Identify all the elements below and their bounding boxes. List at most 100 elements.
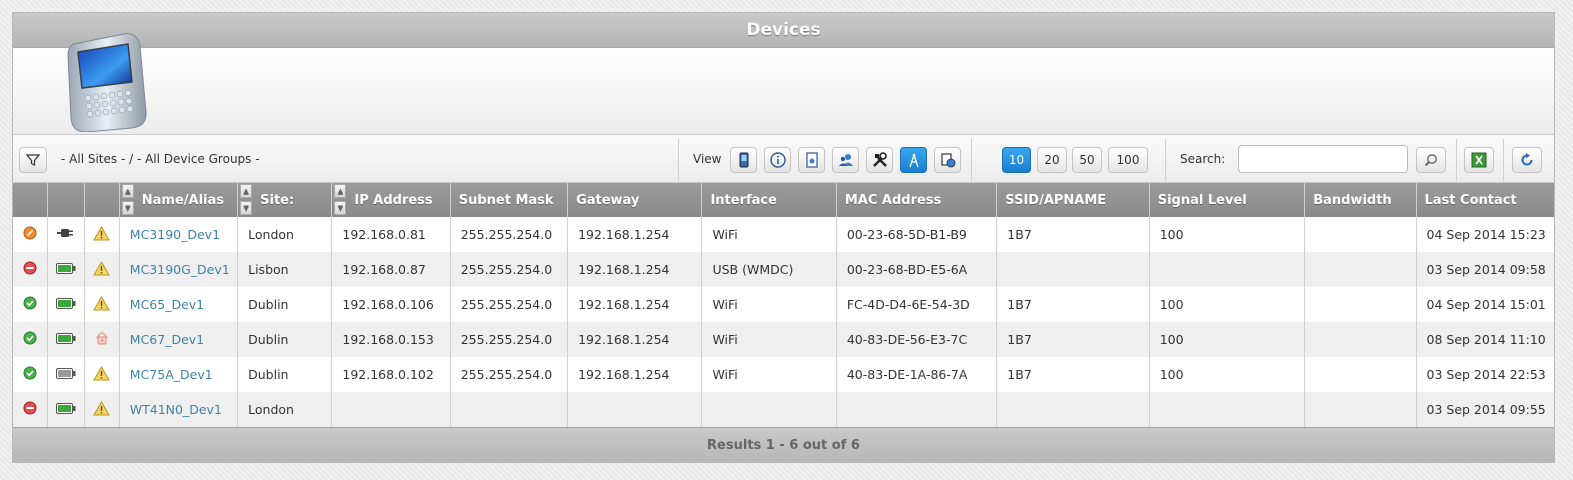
cell-name[interactable]: MC3190G_Dev1 [119, 252, 239, 287]
network-view-icon [940, 153, 955, 168]
cell-last-contact: 08 Sep 2014 11:10 [1416, 322, 1554, 357]
page-size-10-button[interactable]: 10 [1002, 147, 1031, 173]
cell-gateway [567, 392, 703, 427]
table-row[interactable]: MC3190G_Dev1 Lisbon 192.168.0.87 255.255.25… [13, 252, 1554, 287]
document-view-button[interactable] [798, 147, 825, 173]
cell-subnet-mask: 255.255.254.0 [450, 252, 569, 287]
cell-subnet-mask: 255.255.254.0 [450, 287, 569, 322]
table-row[interactable]: WT41N0_Dev1 London 03 Sep 2014 09:55 [13, 392, 1554, 427]
device-link[interactable]: MC3190_Dev1 [130, 227, 220, 242]
cell-mac-address: 00-23-68-BD-E5-6A [836, 252, 998, 287]
tools-view-button[interactable] [866, 147, 893, 173]
cell-bandwidth [1304, 287, 1417, 322]
search-button[interactable] [1416, 147, 1446, 173]
cell-bandwidth [1304, 357, 1417, 392]
cell-gateway: 192.168.1.254 [567, 322, 703, 357]
cell-bandwidth [1304, 217, 1417, 252]
search-input[interactable] [1238, 145, 1408, 173]
warning-icon [84, 217, 120, 252]
users-view-button[interactable] [832, 147, 859, 173]
network-view-button[interactable] [934, 147, 961, 173]
table-row[interactable]: MC75A_Dev1 Dublin 192.168.0.102 255.255.254… [13, 357, 1554, 392]
search-label: Search: [1180, 152, 1226, 166]
cell-last-contact: 03 Sep 2014 09:58 [1416, 252, 1554, 287]
column-header-interface[interactable]: Interface [701, 183, 837, 217]
device-link[interactable]: MC75A_Dev1 [130, 367, 213, 382]
column-header-signal-level[interactable]: Signal Level [1149, 183, 1306, 217]
status-green-icon [13, 357, 48, 392]
sort-arrows[interactable]: ▲ ▼ [334, 184, 347, 215]
cell-interface: WiFi [701, 322, 837, 357]
battery-icon [47, 287, 85, 322]
column-header-name[interactable]: ▲ ▼ Name/Alias [119, 183, 239, 217]
sort-arrows[interactable]: ▲ ▼ [121, 184, 134, 215]
antenna-view-button[interactable] [900, 147, 927, 173]
cell-name[interactable]: MC3190_Dev1 [119, 217, 239, 252]
device-link[interactable]: MC67_Dev1 [130, 332, 204, 347]
device-view-icon [739, 152, 748, 168]
cell-mac-address: 40-83-DE-1A-86-7A [836, 357, 998, 392]
column-header-mac-address[interactable]: MAC Address [836, 183, 998, 217]
cell-ssid: 1B7 [996, 357, 1150, 392]
cell-ip-address: 192.168.0.81 [331, 217, 451, 252]
column-header-subnet-mask[interactable]: Subnet Mask [450, 183, 569, 217]
column-header-site[interactable]: ▲ ▼ Site: [237, 183, 333, 217]
table-row[interactable]: MC3190_Dev1 London 192.168.0.81 255.255.254… [13, 217, 1554, 252]
divider [1503, 139, 1504, 181]
device-link[interactable]: MC65_Dev1 [130, 297, 204, 312]
info-view-button[interactable] [764, 147, 791, 173]
antenna-view-icon [908, 153, 919, 168]
cell-subnet-mask [450, 392, 569, 427]
divider [1456, 139, 1457, 181]
cell-bandwidth [1304, 392, 1417, 427]
cell-signal-level: 100 [1149, 322, 1306, 357]
column-header-bandwidth[interactable]: Bandwidth [1304, 183, 1417, 217]
export-excel-button[interactable] [1464, 147, 1494, 173]
page-title: Devices [13, 13, 1554, 48]
alert-column-header [84, 183, 120, 217]
divider [678, 139, 679, 181]
table-row[interactable]: MC67_Dev1 Dublin 192.168.0.153 255.255.254.… [13, 322, 1554, 357]
table-row[interactable]: MC65_Dev1 Dublin 192.168.0.106 255.255.254.… [13, 287, 1554, 322]
document-view-icon [805, 152, 818, 168]
cell-name[interactable]: MC67_Dev1 [119, 322, 239, 357]
page-size-50-button[interactable]: 50 [1072, 147, 1102, 173]
cell-name[interactable]: WT41N0_Dev1 [119, 392, 239, 427]
cell-last-contact: 04 Sep 2014 15:23 [1416, 217, 1554, 252]
sort-arrows[interactable]: ▲ ▼ [240, 184, 253, 215]
cell-signal-level: 100 [1149, 287, 1306, 322]
power-plug-icon [47, 217, 85, 252]
cell-signal-level [1149, 392, 1306, 427]
column-header-ip-address[interactable]: ▲ ▼ IP Address [331, 183, 451, 217]
toolbar: - All Sites - / - All Device Groups - Vi… [13, 135, 1554, 183]
results-footer: Results 1 - 6 out of 6 [13, 427, 1554, 462]
cell-bandwidth [1304, 252, 1417, 287]
cell-ip-address [331, 392, 451, 427]
cell-signal-level: 100 [1149, 217, 1306, 252]
view-label: View [693, 152, 722, 166]
cell-name[interactable]: MC75A_Dev1 [119, 357, 239, 392]
cell-ssid [996, 392, 1150, 427]
refresh-button[interactable] [1512, 147, 1542, 173]
status-red-icon [13, 252, 48, 287]
device-link[interactable]: WT41N0_Dev1 [130, 402, 222, 417]
users-view-icon [838, 154, 853, 166]
devices-table: ▲ ▼ Name/Alias ▲ ▼ Site: ▲ ▼ IP Address Subnet… [13, 183, 1554, 427]
cell-mac-address: FC-4D-D4-6E-54-3D [836, 287, 998, 322]
cell-interface: WiFi [701, 357, 837, 392]
mobile-device-icon [67, 33, 147, 132]
column-header-ssid[interactable]: SSID/APNAME [996, 183, 1150, 217]
page-size-100-button[interactable]: 100 [1108, 147, 1148, 173]
cell-name[interactable]: MC65_Dev1 [119, 287, 239, 322]
cell-ssid: 1B7 [996, 322, 1150, 357]
device-view-button[interactable] [730, 147, 757, 173]
cell-ssid: 1B7 [996, 287, 1150, 322]
device-link[interactable]: MC3190G_Dev1 [130, 262, 230, 277]
filter-button[interactable] [19, 147, 47, 173]
cell-interface: USB (WMDC) [701, 252, 837, 287]
column-header-last-contact[interactable]: Last Contact [1416, 183, 1554, 217]
excel-icon [1471, 152, 1487, 168]
page-size-20-button[interactable]: 20 [1037, 147, 1067, 173]
divider [1165, 139, 1166, 181]
column-header-gateway[interactable]: Gateway [567, 183, 703, 217]
